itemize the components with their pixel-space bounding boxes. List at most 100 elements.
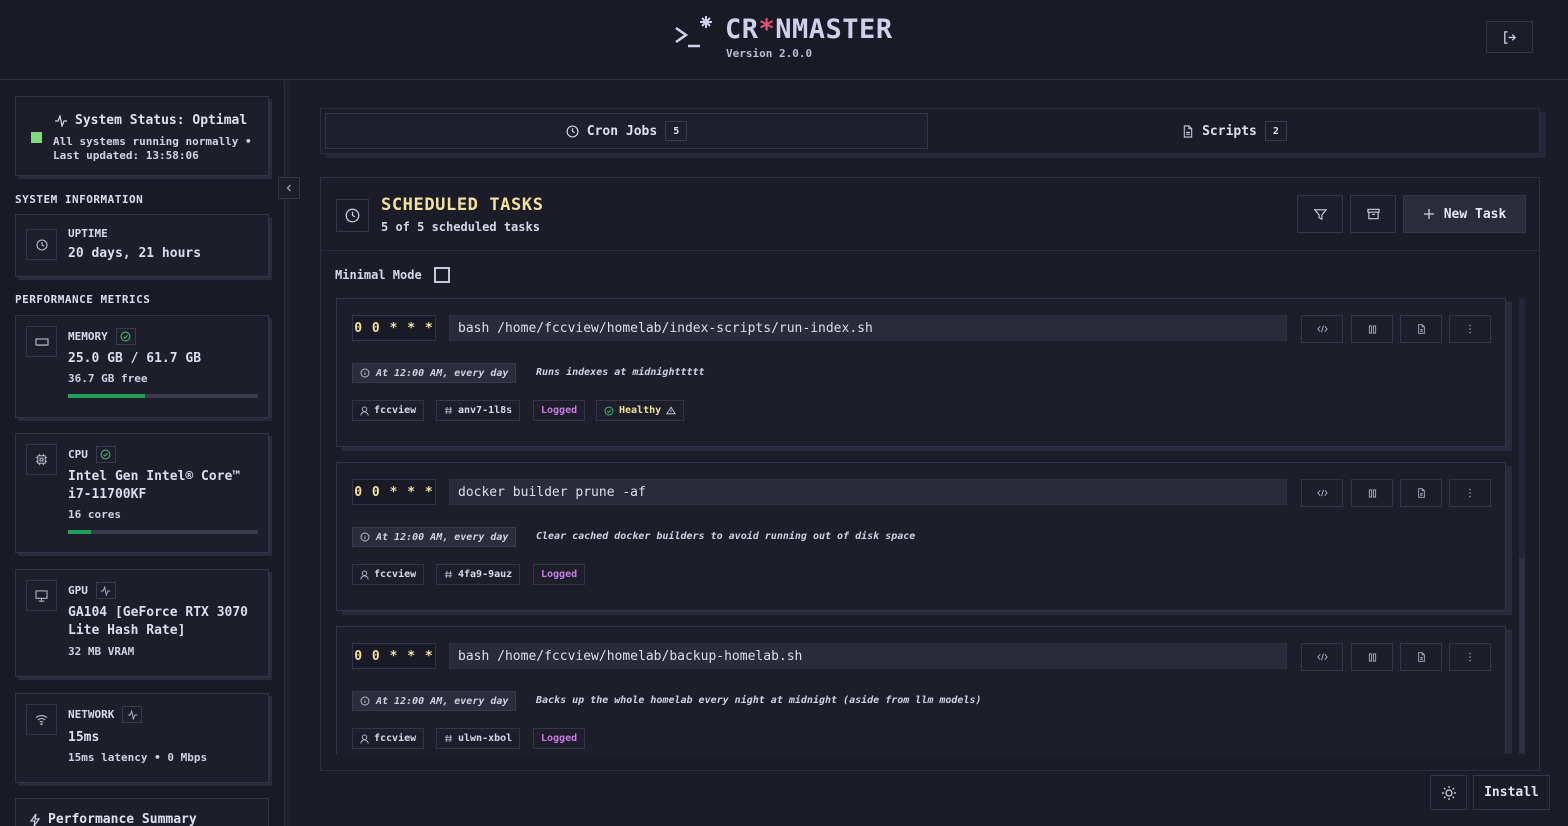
app-title: CR*NMASTER <box>725 14 893 45</box>
cpu-model: Intel Gen Intel® Core™ i7-11700KF <box>68 469 241 502</box>
gpu-label: GPU <box>68 582 116 599</box>
monitor-icon <box>26 580 57 611</box>
check-circle-icon <box>95 446 116 463</box>
activity-icon <box>122 706 143 723</box>
pause-icon <box>1368 324 1376 334</box>
view-code-button[interactable] <box>1301 643 1343 671</box>
info-icon <box>360 696 370 706</box>
performance-summary-toggle[interactable]: Performance Summary <box>15 798 269 826</box>
clock-icon <box>566 124 579 138</box>
job-logged-tag: Logged <box>533 400 586 421</box>
sun-icon <box>1441 785 1456 800</box>
job-id-tag: ulwn-xbol <box>436 728 521 749</box>
file-icon <box>1417 324 1425 334</box>
check-circle-icon <box>604 405 614 416</box>
pause-button[interactable] <box>1351 479 1393 507</box>
more-vertical-icon <box>1469 488 1471 498</box>
job-description: Runs indexes at midnighttttt <box>536 367 705 378</box>
user-icon <box>360 569 369 580</box>
uptime-card: UPTIME 20 days, 21 hours <box>15 214 269 277</box>
tab-cron-jobs[interactable]: Cron Jobs 5 <box>325 113 928 149</box>
job-list[interactable]: 0 0 * * * bash /home/fccview/homelab/ind… <box>336 298 1531 754</box>
user-icon <box>360 406 369 416</box>
app-header: CR*NMASTER Version 2.0.0 <box>0 0 1568 80</box>
job-schedule-description: At 12:00 AM, every day <box>352 363 517 383</box>
tab-scripts[interactable]: Scripts 2 <box>932 113 1537 149</box>
code-icon <box>1316 325 1328 333</box>
cpu-usage-bar <box>68 530 258 534</box>
view-code-button[interactable] <box>1301 479 1343 507</box>
job-user-tag: fccview <box>352 400 425 421</box>
job-command: docker builder prune -af <box>449 479 1287 505</box>
status-title: System Status: Optimal <box>54 113 247 128</box>
gpu-model: GA104 [GeForce RTX 3070 Lite Hash Rate] <box>68 605 249 638</box>
job-user-tag: fccview <box>352 564 425 585</box>
chevron-left-icon <box>286 184 291 192</box>
memory-usage-bar <box>68 394 258 398</box>
status-indicator <box>31 132 42 143</box>
system-status-card: System Status: Optimal All systems runni… <box>15 96 269 176</box>
zap-icon <box>29 813 41 826</box>
more-options-button[interactable] <box>1449 315 1491 343</box>
pause-button[interactable] <box>1351 643 1393 671</box>
panel-title: SCHEDULED TASKS <box>381 195 544 215</box>
job-schedule: 0 0 * * * <box>352 315 436 341</box>
code-icon <box>1316 653 1328 661</box>
new-task-button[interactable]: New Task <box>1403 195 1526 233</box>
network-latency: 15ms <box>68 730 100 745</box>
scheduled-tasks-panel: SCHEDULED TASKS 5 of 5 scheduled tasks N… <box>320 177 1540 771</box>
clock-icon <box>336 199 369 232</box>
plus-icon <box>1423 209 1434 219</box>
view-logs-button[interactable] <box>1400 315 1442 343</box>
sidebar-collapse-button[interactable] <box>278 177 300 199</box>
job-logged-tag: Logged <box>533 564 586 585</box>
archive-button[interactable] <box>1350 195 1396 233</box>
pause-icon <box>1368 652 1376 662</box>
cpu-cores: 16 cores <box>68 508 121 521</box>
hash-icon <box>444 406 453 415</box>
performance-metrics-label: PERFORMANCE METRICS <box>15 293 151 306</box>
more-options-button[interactable] <box>1449 479 1491 507</box>
job-schedule-description: At 12:00 AM, every day <box>352 527 517 547</box>
job-health-tag: Healthy <box>596 400 685 421</box>
install-button[interactable]: Install <box>1473 775 1550 810</box>
memory-card: MEMORY 25.0 GB / 61.7 GB 36.7 GB free <box>15 315 269 418</box>
main-tabs: Cron Jobs 5 Scripts 2 <box>320 108 1540 154</box>
filter-button[interactable] <box>1297 195 1343 233</box>
view-logs-button[interactable] <box>1400 643 1442 671</box>
gpu-vram: 32 MB VRAM <box>68 645 135 658</box>
uptime-label: UPTIME <box>68 227 108 240</box>
job-list-scrollbar[interactable] <box>1519 298 1525 754</box>
logout-icon <box>1504 30 1517 44</box>
archive-icon <box>1366 208 1380 220</box>
cpu-icon <box>26 444 57 475</box>
scrollbar-thumb[interactable] <box>1519 558 1525 754</box>
cron-jobs-count: 5 <box>665 121 688 141</box>
terminal-logo-icon <box>675 16 712 48</box>
minimal-mode-checkbox[interactable] <box>433 267 450 283</box>
minimal-mode-toggle[interactable]: Minimal Mode <box>335 267 450 283</box>
job-card: 0 0 * * * bash /home/fccview/homelab/bac… <box>336 626 1506 754</box>
view-code-button[interactable] <box>1301 315 1343 343</box>
job-description: Clear cached docker builders to avoid ru… <box>536 531 916 542</box>
performance-summary-label: Performance Summary <box>29 812 197 826</box>
more-vertical-icon <box>1469 324 1471 334</box>
scripts-count: 2 <box>1264 121 1287 141</box>
cpu-card: CPU Intel Gen Intel® Core™ i7-11700KF 16… <box>15 433 269 553</box>
memory-label: MEMORY <box>68 328 136 345</box>
wifi-icon <box>26 704 57 735</box>
theme-toggle-button[interactable] <box>1430 775 1467 810</box>
info-icon <box>360 368 370 378</box>
gpu-card: GPU GA104 [GeForce RTX 3070 Lite Hash Ra… <box>15 569 269 677</box>
view-logs-button[interactable] <box>1400 479 1442 507</box>
check-circle-icon <box>115 328 136 345</box>
file-icon <box>1417 652 1425 662</box>
status-line-1: All systems running normally • <box>53 135 252 148</box>
logout-button[interactable] <box>1486 21 1533 53</box>
more-options-button[interactable] <box>1449 643 1491 671</box>
network-label: NETWORK <box>68 706 143 723</box>
warning-icon <box>666 406 677 415</box>
memory-usage-fill <box>68 394 145 398</box>
pause-button[interactable] <box>1351 315 1393 343</box>
job-schedule: 0 0 * * * <box>352 643 436 669</box>
